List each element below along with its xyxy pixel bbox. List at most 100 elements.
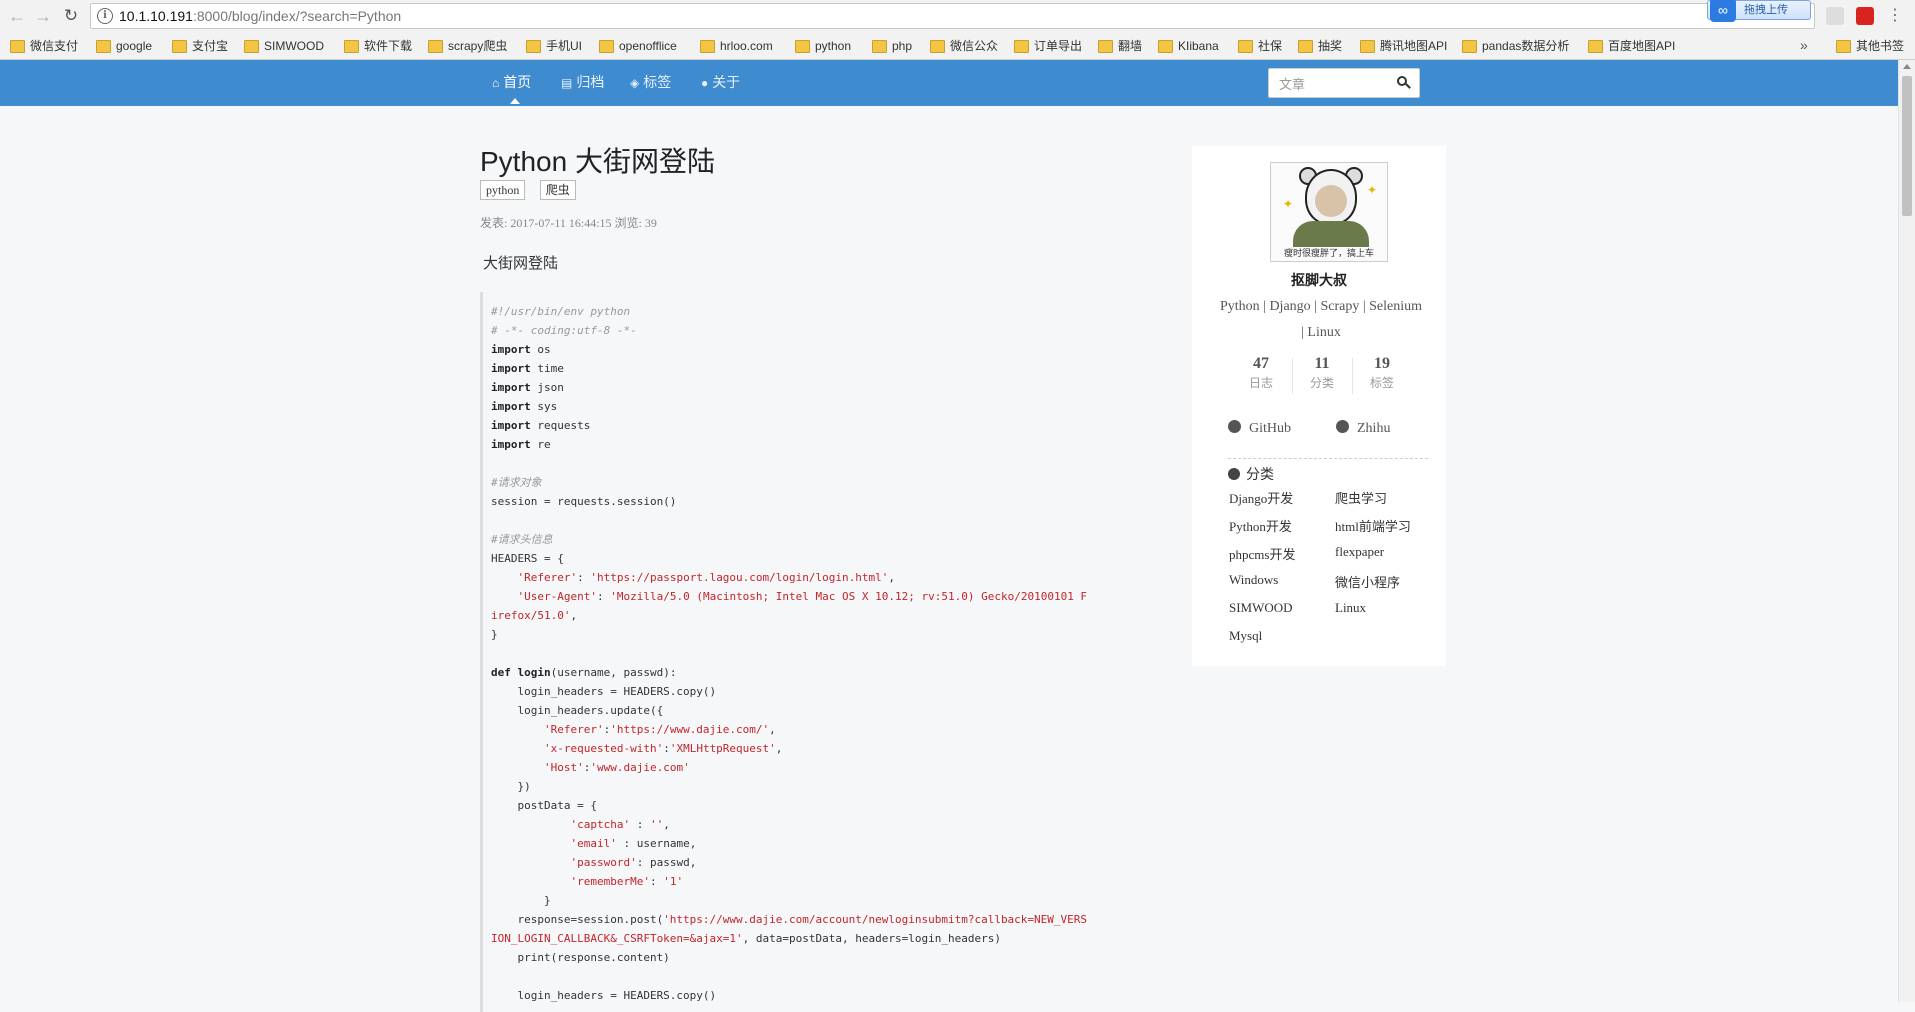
category-link[interactable]: SIMWOOD [1229, 600, 1293, 616]
globe-icon [1228, 468, 1240, 480]
bookmark[interactable]: 软件下载 [344, 37, 412, 55]
sidebar: ✦ ✦ 瘦时很瘦胖了，搞上车 抠脚大叔 Python | Django | Sc… [1192, 146, 1446, 666]
nav-home[interactable]: ⌂ 首页 [492, 72, 531, 92]
author-description: Python | Django | Scrapy | Selenium | Li… [1219, 299, 1423, 340]
tag-python[interactable]: python [480, 180, 526, 200]
github-link[interactable]: GitHub [1228, 420, 1291, 437]
avatar[interactable]: ✦ ✦ 瘦时很瘦胖了，搞上车 [1270, 162, 1388, 262]
menu-icon[interactable]: ⋮ [1884, 5, 1906, 27]
other-bookmarks[interactable]: 其他书签 [1836, 37, 1904, 55]
stat-categories[interactable]: 11 分类 [1293, 354, 1351, 398]
nav-about-label: 关于 [712, 74, 741, 90]
back-button[interactable]: ← [6, 5, 28, 27]
page-scrollbar[interactable] [1898, 60, 1915, 1002]
extension-icon[interactable] [1856, 7, 1874, 25]
stat-categories-count: 11 [1314, 355, 1330, 372]
upload-button[interactable]: ∞ 拖拽上传 [1707, 0, 1811, 22]
stat-categories-label: 分类 [1309, 376, 1334, 390]
nav-tags-label: 标签 [643, 74, 672, 90]
stat-posts-label: 日志 [1248, 376, 1273, 390]
category-link[interactable]: html前端学习 [1335, 516, 1411, 535]
code-block: #!/usr/bin/env python # -*- coding:utf-8… [480, 292, 1100, 1012]
bookmark[interactable]: python [795, 37, 851, 55]
bookmark[interactable]: 微信支付 [10, 37, 78, 55]
bookmark[interactable]: 手机UI [526, 37, 582, 55]
divider [1228, 458, 1428, 459]
post-title[interactable]: Python 大街网登陆 [480, 140, 715, 180]
bookmark[interactable]: pandas数据分析 [1462, 37, 1569, 55]
stat-tags[interactable]: 19 标签 [1353, 354, 1411, 398]
category-link[interactable]: 爬虫学习 [1335, 488, 1387, 507]
url-text: 10.1.10.191:8000/blog/index/?search=Pyth… [119, 8, 401, 24]
globe-icon [1336, 420, 1349, 433]
bookmark[interactable]: SIMWOOD [244, 37, 324, 55]
search-input[interactable] [1279, 75, 1389, 93]
author-stats: 47 日志 11 分类 19 标签 [1232, 354, 1412, 398]
upload-label: 拖拽上传 [1744, 4, 1788, 16]
post-tags: python 爬虫 [480, 180, 586, 200]
bookmark[interactable]: 订单导出 [1014, 37, 1082, 55]
active-indicator [510, 98, 520, 104]
category-link[interactable]: Mysql [1229, 628, 1262, 644]
nav-about[interactable]: ● 关于 [701, 72, 740, 92]
bookmark[interactable]: 微信公众 [930, 37, 998, 55]
post-meta: 发表: 2017-07-11 16:44:15 浏览: 39 [480, 216, 657, 230]
scroll-up-arrow[interactable] [1903, 64, 1911, 69]
browser-chrome: ← → ↻ i 10.1.10.191:8000/blog/index/?sea… [0, 0, 1915, 60]
bookmark[interactable]: 社保 [1238, 37, 1282, 55]
bookmarks-bar: 微信支付 google 支付宝 SIMWOOD 软件下载 scrapy爬虫 手机… [0, 34, 1915, 58]
archive-icon: ▤ [561, 76, 573, 90]
site-nav: ⌂ 首页 ▤ 归档 ◈ 标签 ● 关于 [0, 60, 1898, 106]
url-path: :8000/blog/index/?search=Python [192, 8, 402, 24]
category-link[interactable]: Python开发 [1229, 516, 1292, 535]
github-label: GitHub [1249, 421, 1291, 436]
bookmark[interactable]: 百度地图API [1588, 37, 1675, 55]
zhihu-link[interactable]: Zhihu [1336, 420, 1390, 437]
url-host: 10.1.10.191 [119, 8, 193, 24]
author-name: 抠脚大叔 [1291, 272, 1347, 288]
reload-button[interactable]: ↻ [60, 5, 82, 27]
bookmark[interactable]: 支付宝 [172, 37, 228, 55]
search-box [1268, 68, 1420, 98]
bookmark[interactable]: openofflice [599, 37, 677, 55]
search-icon[interactable] [1397, 76, 1411, 90]
category-heading-label: 分类 [1246, 466, 1274, 482]
nav-tags[interactable]: ◈ 标签 [630, 72, 671, 92]
category-link[interactable]: Windows [1229, 572, 1278, 588]
tag-icon: ◈ [630, 76, 640, 90]
post-intro: 大街网登陆 [483, 255, 559, 272]
category-link[interactable]: phpcms开发 [1229, 544, 1295, 563]
zhihu-label: Zhihu [1357, 421, 1391, 436]
scrollbar-thumb[interactable] [1902, 76, 1912, 216]
category-link[interactable]: 微信小程序 [1335, 572, 1400, 591]
bookmark[interactable]: scrapy爬虫 [428, 37, 507, 55]
tag-crawler[interactable]: 爬虫 [539, 180, 576, 200]
stat-posts[interactable]: 47 日志 [1232, 354, 1290, 398]
category-link[interactable]: flexpaper [1335, 544, 1384, 560]
avatar-caption: 瘦时很瘦胖了，搞上车 [1283, 248, 1374, 258]
bookmarks-overflow[interactable]: » [1800, 37, 1808, 53]
category-link[interactable]: Django开发 [1229, 488, 1293, 507]
site-info-icon[interactable]: i [97, 8, 113, 24]
github-icon [1228, 420, 1241, 433]
home-icon: ⌂ [492, 76, 500, 90]
bookmark[interactable]: 抽奖 [1298, 37, 1342, 55]
bookmark[interactable]: KIibana [1158, 37, 1219, 55]
stat-tags-count: 19 [1374, 355, 1390, 372]
stat-posts-count: 47 [1253, 355, 1269, 372]
bookmark[interactable]: php [872, 37, 912, 55]
browser-toolbar: ← → ↻ i 10.1.10.191:8000/blog/index/?sea… [0, 0, 1915, 32]
social-links: GitHub Zhihu [1228, 420, 1428, 440]
category-link[interactable]: Linux [1335, 600, 1366, 616]
bookmark[interactable]: 腾讯地图API [1360, 37, 1447, 55]
address-bar[interactable]: i 10.1.10.191:8000/blog/index/?search=Py… [90, 3, 1815, 29]
reader-mode-icon[interactable] [1826, 7, 1844, 25]
forward-button[interactable]: → [32, 5, 54, 27]
bookmark[interactable]: google [96, 37, 152, 55]
nav-home-label: 首页 [503, 74, 532, 90]
bookmark[interactable]: hrloo.com [700, 37, 773, 55]
bookmark[interactable]: 翻墙 [1098, 37, 1142, 55]
category-heading: 分类 [1228, 464, 1274, 484]
nav-archive[interactable]: ▤ 归档 [561, 72, 604, 92]
cloud-icon: ∞ [1710, 0, 1736, 22]
